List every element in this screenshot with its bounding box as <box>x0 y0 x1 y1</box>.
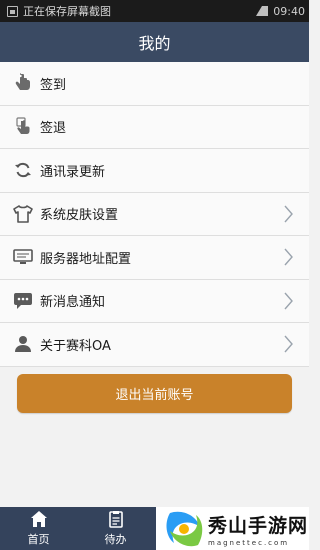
menu-item-label: 签退 <box>40 121 67 137</box>
status-notification-text: 正在保存屏幕截图 <box>23 5 111 18</box>
menu-item-label: 通讯录更新 <box>40 164 106 180</box>
menu-item-label: 新消息通知 <box>40 295 106 311</box>
chevron-right-icon <box>281 247 297 267</box>
settings-list: 签到 签退 通讯录更新 系统皮肤设置 服务器地址配置 新消息通知 关于赛科OA <box>0 62 309 367</box>
menu-item-server-config[interactable]: 服务器地址配置 <box>0 236 309 280</box>
clipboard-icon <box>108 511 123 528</box>
menu-item-sign-out[interactable]: 签退 <box>0 105 309 149</box>
menu-item-contacts-update[interactable]: 通讯录更新 <box>0 149 309 193</box>
logout-button-label: 退出当前账号 <box>115 388 194 403</box>
status-bar: 正在保存屏幕截图 09:40 <box>0 0 309 22</box>
screenshot-notification-icon <box>7 5 18 17</box>
tab-label: 待办 <box>104 533 127 546</box>
title-bar: 我的 <box>0 22 309 62</box>
menu-item-label: 关于赛科OA <box>40 338 111 354</box>
menu-item-label: 签到 <box>40 77 67 93</box>
menu-item-label: 服务器地址配置 <box>40 251 132 267</box>
chat-bubble-icon <box>12 290 34 312</box>
refresh-icon <box>12 159 34 181</box>
menu-item-about[interactable]: 关于赛科OA <box>0 323 309 367</box>
tab-todo[interactable]: 待办 <box>77 507 154 550</box>
menu-item-skin-settings[interactable]: 系统皮肤设置 <box>0 192 309 236</box>
signal-icon <box>256 6 269 16</box>
finger-press-icon <box>12 116 34 138</box>
watermark-logo-icon <box>166 511 203 546</box>
person-icon <box>12 333 34 355</box>
watermark: 秀山手游网 magnettec.com <box>156 507 309 550</box>
home-icon <box>30 511 47 527</box>
menu-item-new-message-notify[interactable]: 新消息通知 <box>0 279 309 323</box>
watermark-subtitle: magnettec.com <box>208 538 290 547</box>
page-title: 我的 <box>138 34 171 53</box>
menu-item-label: 系统皮肤设置 <box>40 208 119 224</box>
watermark-title: 秀山手游网 <box>208 514 309 537</box>
chevron-right-icon <box>281 334 297 354</box>
finger-tap-icon <box>12 72 34 94</box>
chevron-right-icon <box>281 204 297 224</box>
logout-button[interactable]: 退出当前账号 <box>17 374 292 413</box>
monitor-icon <box>12 246 34 268</box>
chevron-right-icon <box>281 291 297 311</box>
shirt-icon <box>12 203 34 225</box>
tab-label: 首页 <box>27 533 50 546</box>
tab-home[interactable]: 首页 <box>0 507 77 550</box>
menu-item-sign-in[interactable]: 签到 <box>0 62 309 106</box>
status-time: 09:40 <box>273 4 305 18</box>
